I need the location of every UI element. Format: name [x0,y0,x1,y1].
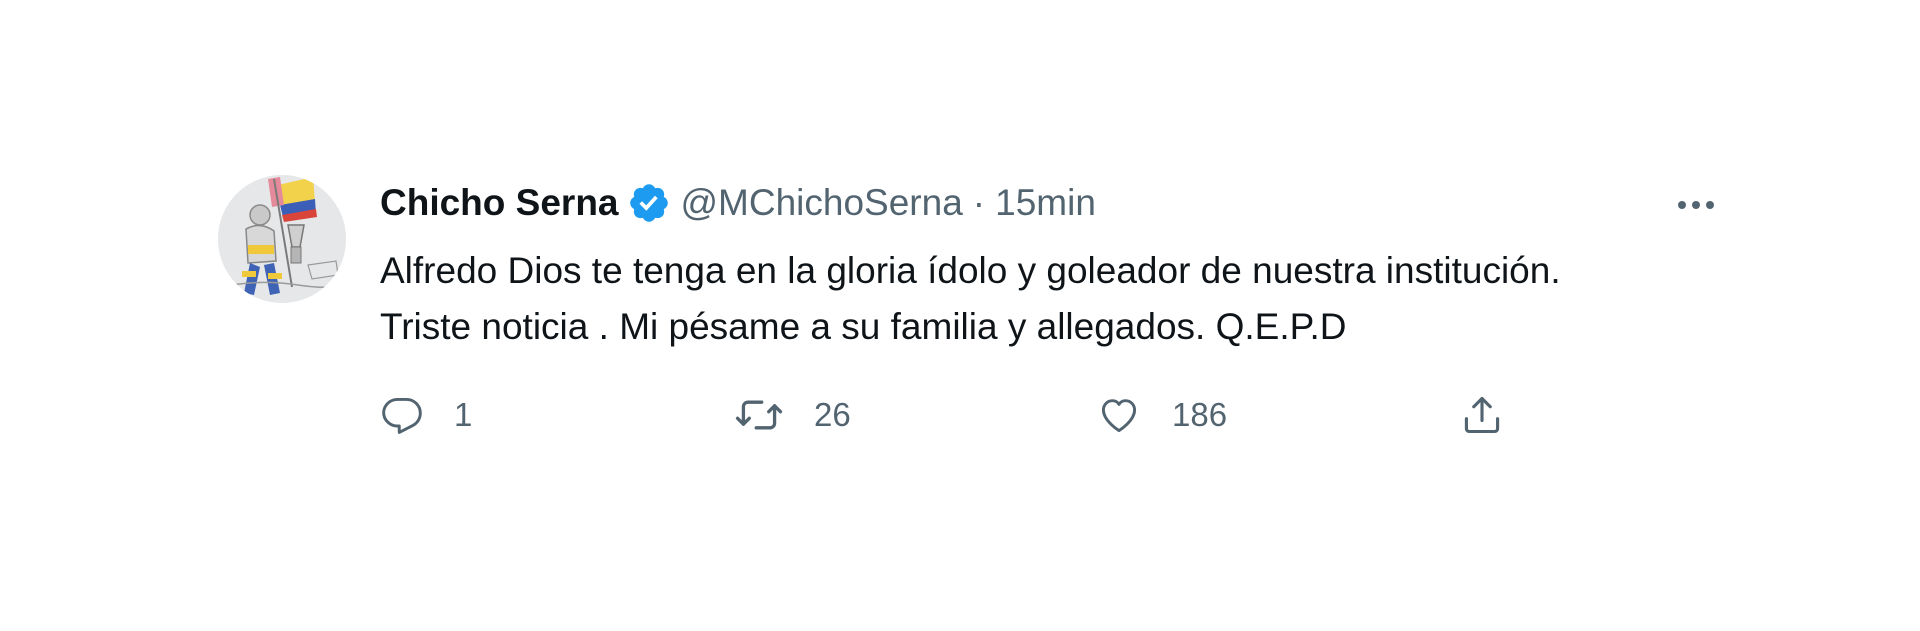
heart-icon [1101,399,1137,433]
share-icon [1464,396,1500,434]
avatar[interactable] [218,175,346,303]
tweet-card[interactable]: Chicho Serna @MChichoSerna · 15min Alfre… [218,175,1738,455]
like-button[interactable]: 186 [1096,385,1227,445]
like-count: 186 [1172,396,1228,433]
reply-icon [382,397,422,434]
avatar-image [218,175,346,303]
more-options-button[interactable] [1674,183,1718,227]
separator-dot: · [972,182,986,223]
retweet-icon [735,400,783,430]
tweet-timestamp[interactable]: 15min [995,182,1096,224]
reply-button[interactable]: 1 [380,385,472,445]
more-options-icon [1678,201,1714,209]
share-button[interactable] [1460,385,1504,445]
tweet-text-line: Triste noticia . Mi pésame a su familia … [380,306,1347,347]
reply-count: 1 [454,396,473,433]
tweet-header: Chicho Serna @MChichoSerna · 15min [380,178,1096,228]
retweet-count: 26 [814,396,851,433]
tweet-text-line: Alfredo Dios te tenga en la gloria ídolo… [380,250,1561,291]
tweet-text: Alfredo Dios te tenga en la gloria ídolo… [380,243,1720,355]
verified-badge-icon [627,181,671,225]
display-name[interactable]: Chicho Serna [380,182,619,224]
retweet-button[interactable]: 26 [734,385,851,445]
tweet-actions: 1 26 186 [380,385,1580,445]
user-handle[interactable]: @MChichoSerna [681,182,963,224]
